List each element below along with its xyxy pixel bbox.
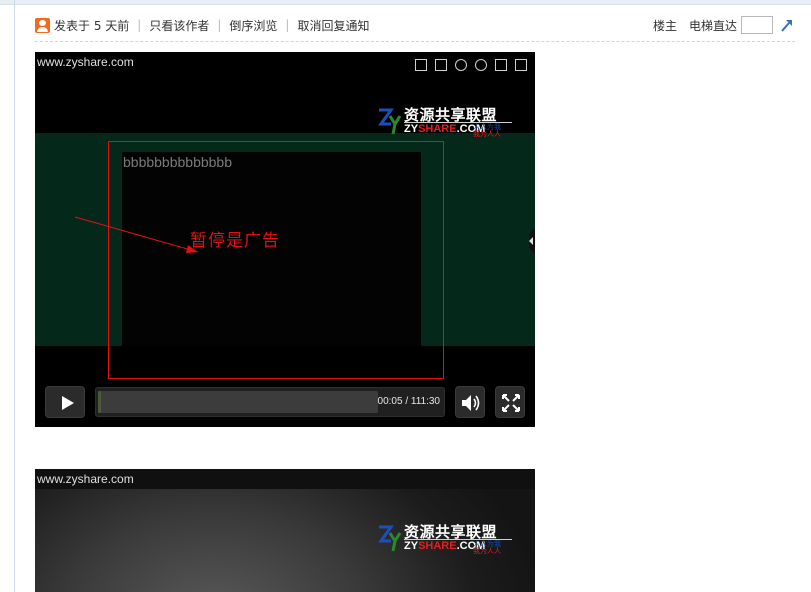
fullscreen-button[interactable]	[495, 386, 525, 418]
separator: |	[217, 18, 222, 32]
annotation-arrow	[74, 216, 199, 253]
volume-button[interactable]	[455, 386, 485, 418]
logo-slogan-2: 我为人人	[473, 130, 501, 138]
post-bar-right: 楼主 电梯直达	[653, 16, 795, 34]
left-rule	[14, 0, 15, 592]
post-divider	[35, 41, 795, 42]
elevator-label: 电梯直达	[688, 18, 737, 33]
site-watermark-2: www.zyshare.com	[37, 472, 134, 486]
reverse-order-link[interactable]: 倒序浏览	[229, 17, 277, 34]
post-meta-bar: 发表于 5 天前 | 只看该作者 | 倒序浏览 | 取消回复通知 楼主 电梯直达	[35, 14, 795, 36]
zy-logo-icon	[378, 108, 402, 135]
speaker-icon	[462, 395, 480, 411]
top-strip	[0, 0, 811, 5]
logo-en-share: SHARE	[418, 540, 457, 552]
settings-icon[interactable]	[475, 59, 487, 71]
logo-en-zy: ZY	[404, 123, 419, 135]
copy-icon[interactable]	[435, 59, 447, 71]
expand-icon[interactable]	[415, 59, 427, 71]
separator: |	[285, 18, 290, 32]
posted-time: 发表于 5 天前	[54, 18, 130, 33]
floor-number-input[interactable]	[741, 16, 773, 34]
screen-icon[interactable]	[495, 59, 507, 71]
logo-slogan: 人人为我 我为人人	[473, 124, 501, 138]
time-display: 00:05 / 111:30	[377, 396, 440, 407]
only-author-link[interactable]: 只看该作者	[149, 17, 209, 34]
separator: |	[137, 18, 142, 32]
progress-fill	[98, 391, 101, 413]
play-button[interactable]	[45, 386, 85, 418]
brightness-icon[interactable]	[455, 59, 467, 71]
popout-icon[interactable]	[515, 59, 527, 71]
jump-arrow-icon[interactable]	[779, 17, 795, 33]
floor-owner-label: 楼主	[652, 18, 677, 33]
user-icon	[35, 17, 50, 33]
cancel-notify-link[interactable]: 取消回复通知	[297, 17, 369, 34]
zy-logo-icon	[378, 525, 402, 552]
fullscreen-icon	[502, 394, 520, 412]
logo-slogan: 人人为我 我为人人	[473, 541, 501, 555]
progress-bar[interactable]: 00:05 / 111:30	[95, 387, 445, 417]
side-arrow-icon[interactable]	[525, 228, 535, 254]
progress-track	[98, 391, 378, 413]
player-controls: 00:05 / 111:30	[35, 382, 535, 427]
logo-en-share: SHARE	[418, 123, 457, 135]
logo-en-zy: ZY	[404, 540, 419, 552]
video-player-2[interactable]: www.zyshare.com 资源共享联盟 ZYSHARE.COM 人人为我我…	[35, 469, 535, 592]
player-top-icons	[415, 59, 527, 71]
site-watermark: www.zyshare.com	[37, 55, 134, 69]
zyshare-logo-2: 资源共享联盟 ZYSHARE.COM 人人为我 我为人人	[377, 521, 512, 557]
zyshare-logo: 资源共享联盟 ZYSHARE.COM 人人为我 我为人人	[377, 104, 512, 140]
logo-slogan-2: 我为人人	[473, 547, 501, 555]
